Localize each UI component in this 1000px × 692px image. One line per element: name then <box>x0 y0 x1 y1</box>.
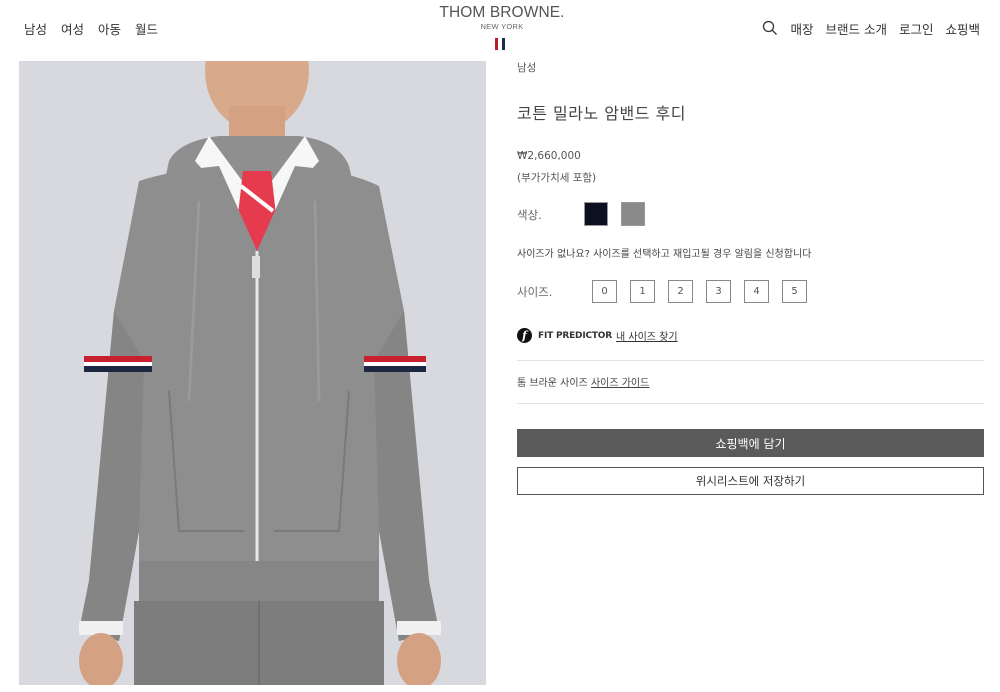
nav-women[interactable]: 여성 <box>61 19 84 38</box>
fit-predictor: f FIT PREDICTOR 내 사이즈 찾기 <box>517 328 678 343</box>
color-label: 색상. <box>517 208 542 222</box>
add-to-wishlist-button[interactable]: 위시리스트에 저장하기 <box>517 467 984 495</box>
logo-subtitle: NEW YORK <box>480 22 524 31</box>
nav-shopping-bag[interactable]: 쇼핑백 <box>945 19 980 38</box>
utility-nav: 매장 브랜드 소개 로그인 쇼핑백 <box>762 19 980 38</box>
brand-logo[interactable]: THOM BROWNE. NEW YORK <box>400 4 604 50</box>
search-icon[interactable] <box>762 19 778 38</box>
nav-login[interactable]: 로그인 <box>899 19 934 38</box>
size-option-3[interactable]: 3 <box>706 280 731 303</box>
logo-wordmark: THOM BROWNE. <box>439 4 565 21</box>
product-image[interactable] <box>19 61 486 685</box>
fit-predictor-icon: f <box>517 328 532 343</box>
nav-stores[interactable]: 매장 <box>790 19 813 38</box>
divider <box>517 360 984 361</box>
size-label: 사이즈. <box>517 285 553 299</box>
size-option-4[interactable]: 4 <box>744 280 769 303</box>
size-option-5[interactable]: 5 <box>782 280 807 303</box>
nav-about-brand[interactable]: 브랜드 소개 <box>825 19 886 38</box>
breadcrumb[interactable]: 남성 <box>517 60 536 75</box>
nav-men[interactable]: 남성 <box>24 19 47 38</box>
main-nav: 남성 여성 아동 월드 <box>24 19 158 38</box>
add-to-bag-button[interactable]: 쇼핑백에 담기 <box>517 429 984 457</box>
tricolor-flag-icon <box>495 38 509 50</box>
size-option-0[interactable]: 0 <box>592 280 617 303</box>
color-swatch-grey[interactable] <box>621 202 645 226</box>
size-guide-link[interactable]: 사이즈 가이드 <box>591 378 649 389</box>
size-restock-note: 사이즈가 없나요? 사이즈를 선택하고 재입고될 경우 알림을 신청합니다 <box>517 249 812 260</box>
size-guide-row: 톰 브라운 사이즈 사이즈 가이드 <box>517 374 649 389</box>
size-option-2[interactable]: 2 <box>668 280 693 303</box>
nav-kids[interactable]: 아동 <box>98 19 121 38</box>
product-price: ₩2,660,000 <box>517 150 581 162</box>
find-my-size-link[interactable]: 내 사이즈 찾기 <box>616 328 678 343</box>
product-title: 코튼 밀라노 암밴드 후디 <box>517 104 686 123</box>
color-swatch-navy[interactable] <box>584 202 608 226</box>
nav-world[interactable]: 월드 <box>135 19 158 38</box>
hoodie-illustration <box>19 61 486 685</box>
fit-predictor-label: FIT PREDICTOR <box>538 330 612 341</box>
vat-note: (부가가치세 포함) <box>517 172 597 184</box>
divider <box>517 403 984 404</box>
site-header: 남성 여성 아동 월드 THOM BROWNE. NEW YORK 매장 브랜드… <box>0 0 1000 60</box>
size-option-1[interactable]: 1 <box>630 280 655 303</box>
size-guide-prefix: 톰 브라운 사이즈 <box>517 378 588 389</box>
